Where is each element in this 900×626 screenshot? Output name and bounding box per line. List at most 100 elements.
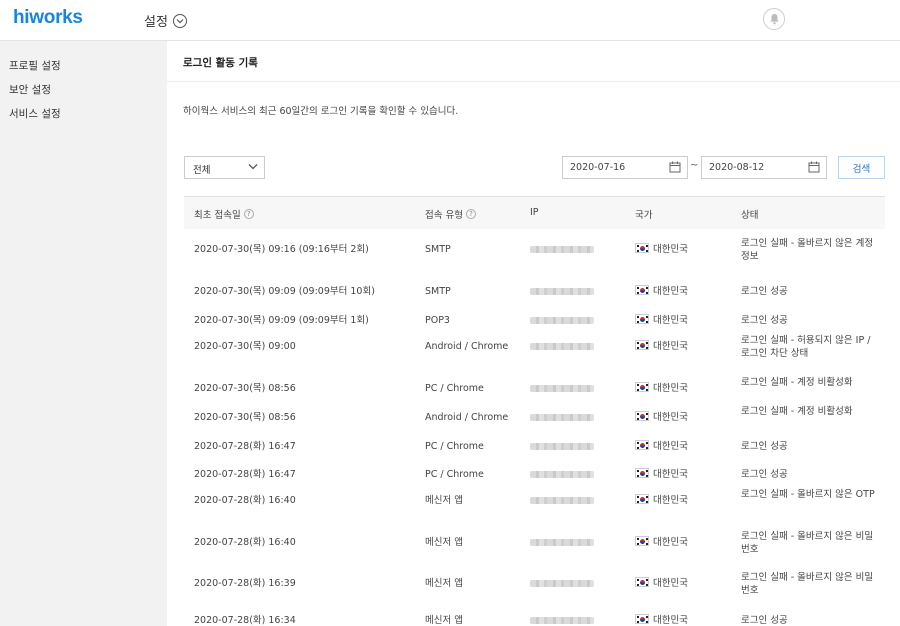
cell-country: 대한민국: [635, 440, 735, 453]
cell-status: 로그인 실패 - 계정 비활성화: [741, 406, 853, 417]
cell-first-access: 2020-07-30(목) 09:09 (09:09부터 1회): [194, 315, 369, 326]
korea-flag-icon: [635, 382, 649, 392]
type-filter-select[interactable]: 전체: [184, 156, 265, 179]
cell-access-type: 메신저 앱: [425, 495, 463, 506]
country-name: 대한민국: [653, 244, 688, 255]
sidebar: 프로필 설정 보안 설정 서비스 설정: [0, 41, 167, 626]
cell-status: 로그인 실패 - 올바르지 않은 OTP: [741, 489, 875, 500]
korea-flag-icon: [635, 314, 649, 324]
cell-access-type: 메신저 앱: [425, 578, 463, 589]
cell-ip-redacted: [530, 471, 594, 478]
calendar-icon[interactable]: [669, 161, 681, 176]
date-to-value: 2020-08-12: [709, 162, 765, 173]
header-ip: IP: [530, 207, 539, 218]
table-row: 2020-07-30(목) 08:56 PC / Chrome 대한민국 로그인 실패…: [184, 376, 885, 402]
cell-country: 대한민국: [635, 411, 735, 424]
select-value: 전체: [193, 165, 211, 176]
cell-status: 로그인 실패 - 허용되지 않은 IP / 로그인 차단 상태: [741, 335, 871, 359]
table-row: 2020-07-30(목) 08:56 Android / Chrome 대한민국 로…: [184, 405, 885, 431]
cell-access-type: PC / Chrome: [425, 469, 484, 480]
date-range-separator: ~: [690, 160, 699, 171]
cell-ip-redacted: [530, 443, 594, 450]
date-to-input[interactable]: 2020-08-12: [701, 156, 827, 179]
cell-access-type: PC / Chrome: [425, 441, 484, 452]
table-header: 최초 접속일 ? 접속 유형 ? IP 국가 상태: [184, 196, 885, 229]
page-title: 로그인 활동 기록: [183, 57, 258, 69]
cell-country: 대한민국: [635, 494, 735, 507]
cell-status: 로그인 실패 - 계정 비활성화: [741, 377, 853, 388]
cell-first-access: 2020-07-28(화) 16:47: [194, 441, 296, 452]
menu-title: 설정: [144, 15, 168, 30]
bell-icon[interactable]: [763, 8, 785, 30]
cell-ip-redacted: [530, 288, 594, 295]
cell-first-access: 2020-07-30(목) 09:00: [194, 341, 296, 352]
cell-status: 로그인 성공: [741, 441, 788, 452]
date-from-value: 2020-07-16: [570, 162, 626, 173]
sidebar-item-service[interactable]: 서비스 설정: [9, 106, 61, 121]
cell-first-access: 2020-07-28(화) 16:40: [194, 495, 296, 506]
date-from-input[interactable]: 2020-07-16: [562, 156, 688, 179]
cell-ip-redacted: [530, 246, 594, 253]
cell-country: 대한민국: [635, 468, 735, 481]
country-name: 대한민국: [653, 341, 688, 352]
korea-flag-icon: [635, 577, 649, 587]
cell-first-access: 2020-07-28(화) 16:34: [194, 615, 296, 626]
cell-access-type: SMTP: [425, 286, 451, 297]
korea-flag-icon: [635, 536, 649, 546]
table-row: 2020-07-28(화) 16:47 PC / Chrome 대한민국 로그인 성공: [184, 461, 885, 480]
country-name: 대한민국: [653, 469, 688, 480]
top-header: hiworks 설정: [0, 0, 900, 41]
table-row: 2020-07-30(목) 09:09 (09:09부터 1회) POP3 대한민국…: [184, 307, 885, 326]
table-row: 2020-07-28(화) 16:34 메신저 앱 대한민국 로그인 성공: [184, 607, 885, 626]
help-icon[interactable]: ?: [243, 209, 254, 219]
cell-status: 로그인 실패 - 올바르지 않은 비밀번호: [741, 531, 874, 555]
cell-ip-redacted: [530, 343, 594, 350]
cell-country: 대한민국: [635, 340, 735, 353]
chevron-down-icon: [248, 162, 258, 173]
korea-flag-icon: [635, 468, 649, 478]
cell-ip-redacted: [530, 539, 594, 546]
korea-flag-icon: [635, 494, 649, 504]
settings-menu-toggle[interactable]: 설정: [144, 11, 187, 30]
cell-access-type: POP3: [425, 315, 450, 326]
header-status: 상태: [741, 210, 759, 221]
cell-first-access: 2020-07-28(화) 16:47: [194, 469, 296, 480]
table-row: 2020-07-30(목) 09:16 (09:16부터 2회) SMTP 대한민국…: [184, 237, 885, 263]
cell-country: 대한민국: [635, 577, 735, 590]
header-country: 국가: [635, 210, 653, 221]
korea-flag-icon: [635, 243, 649, 253]
country-name: 대한민국: [653, 441, 688, 452]
country-name: 대한민국: [653, 537, 688, 548]
cell-status: 로그인 성공: [741, 315, 788, 326]
country-name: 대한민국: [653, 578, 688, 589]
cell-country: 대한민국: [635, 536, 735, 549]
table-row: 2020-07-28(화) 16:40 메신저 앱 대한민국 로그인 실패 - 올바르…: [184, 530, 885, 556]
cell-access-type: Android / Chrome: [425, 341, 509, 352]
korea-flag-icon: [635, 614, 649, 624]
sidebar-item-profile[interactable]: 프로필 설정: [9, 58, 61, 73]
cell-country: 대한민국: [635, 614, 735, 626]
sidebar-item-security[interactable]: 보안 설정: [9, 82, 51, 97]
title-divider: [167, 81, 900, 82]
cell-ip-redacted: [530, 497, 594, 504]
cell-country: 대한민국: [635, 382, 735, 395]
cell-ip-redacted: [530, 414, 594, 421]
cell-status: 로그인 실패 - 올바르지 않은 비밀번호: [741, 572, 874, 596]
cell-ip-redacted: [530, 617, 594, 624]
cell-country: 대한민국: [635, 285, 735, 298]
hiworks-logo[interactable]: hiworks: [13, 7, 83, 29]
korea-flag-icon: [635, 411, 649, 421]
country-name: 대한민국: [653, 495, 688, 506]
country-name: 대한민국: [653, 383, 688, 394]
calendar-icon[interactable]: [808, 161, 820, 176]
help-icon[interactable]: ?: [465, 209, 476, 219]
cell-first-access: 2020-07-30(목) 09:09 (09:09부터 10회): [194, 286, 375, 297]
main-content: 로그인 활동 기록 하이웍스 서비스의 최근 60일간의 로그인 기록을 확인할…: [167, 41, 900, 626]
cell-ip-redacted: [530, 580, 594, 587]
cell-first-access: 2020-07-28(화) 16:40: [194, 537, 296, 548]
search-button[interactable]: 검색: [838, 156, 885, 179]
table-row: 2020-07-28(화) 16:39 메신저 앱 대한민국 로그인 실패 - 올바르…: [184, 571, 885, 597]
table-row: 2020-07-30(목) 09:00 Android / Chrome 대한민국 로…: [184, 334, 885, 360]
cell-country: 대한민국: [635, 314, 735, 327]
cell-status: 로그인 성공: [741, 469, 788, 480]
